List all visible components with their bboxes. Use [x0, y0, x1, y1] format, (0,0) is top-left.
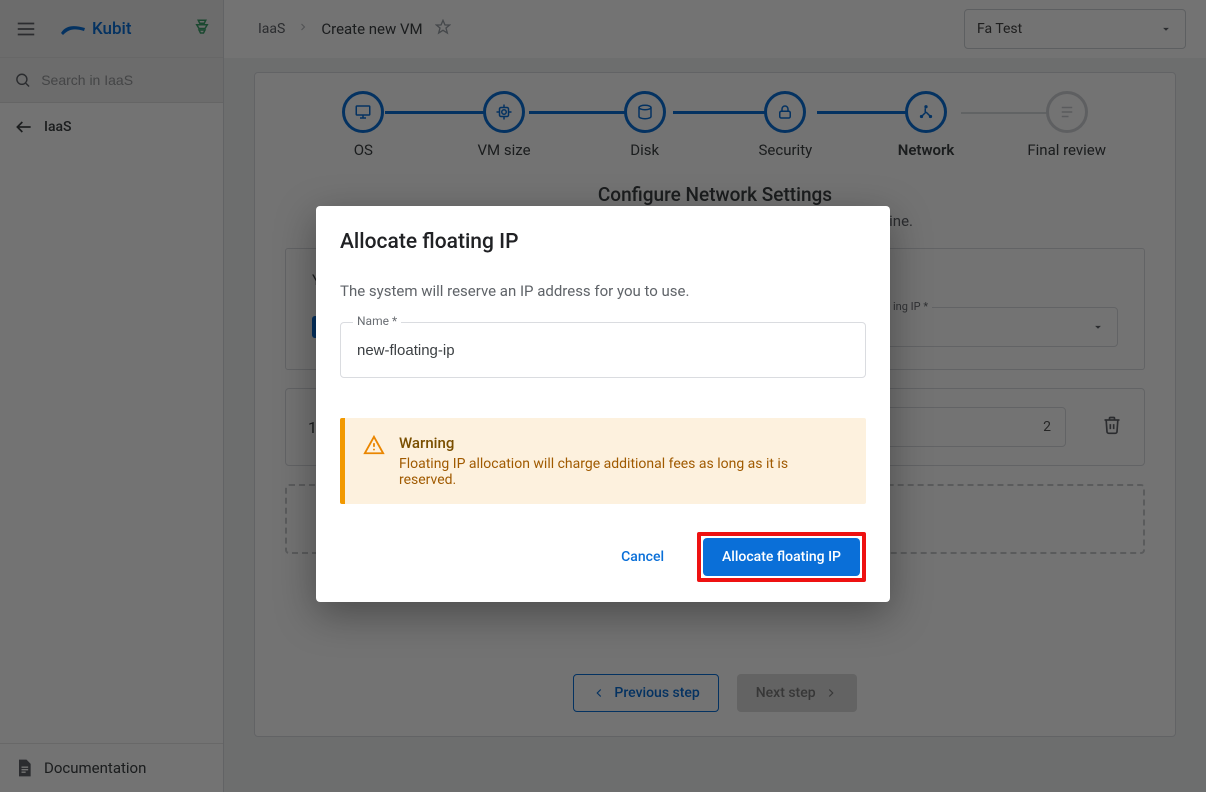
modal-actions: Cancel Allocate floating IP [340, 532, 866, 582]
allocate-floating-ip-modal: Allocate floating IP The system will res… [316, 206, 890, 602]
warning-banner: Warning Floating IP allocation will char… [340, 418, 866, 504]
cancel-button[interactable]: Cancel [602, 538, 683, 576]
cancel-label: Cancel [621, 549, 664, 565]
warning-icon [363, 434, 385, 456]
highlight-ring: Allocate floating IP [697, 532, 866, 582]
name-input[interactable] [355, 341, 851, 360]
confirm-label: Allocate floating IP [722, 549, 841, 565]
allocate-floating-ip-button[interactable]: Allocate floating IP [703, 538, 860, 576]
warning-message: Floating IP allocation will charge addit… [399, 456, 848, 488]
modal-overlay[interactable]: Allocate floating IP The system will res… [0, 0, 1206, 792]
modal-title: Allocate floating IP [340, 230, 866, 254]
name-field[interactable]: Name * [340, 322, 866, 378]
warning-title: Warning [399, 434, 848, 452]
modal-description: The system will reserve an IP address fo… [340, 282, 866, 300]
name-label: Name * [353, 314, 401, 328]
